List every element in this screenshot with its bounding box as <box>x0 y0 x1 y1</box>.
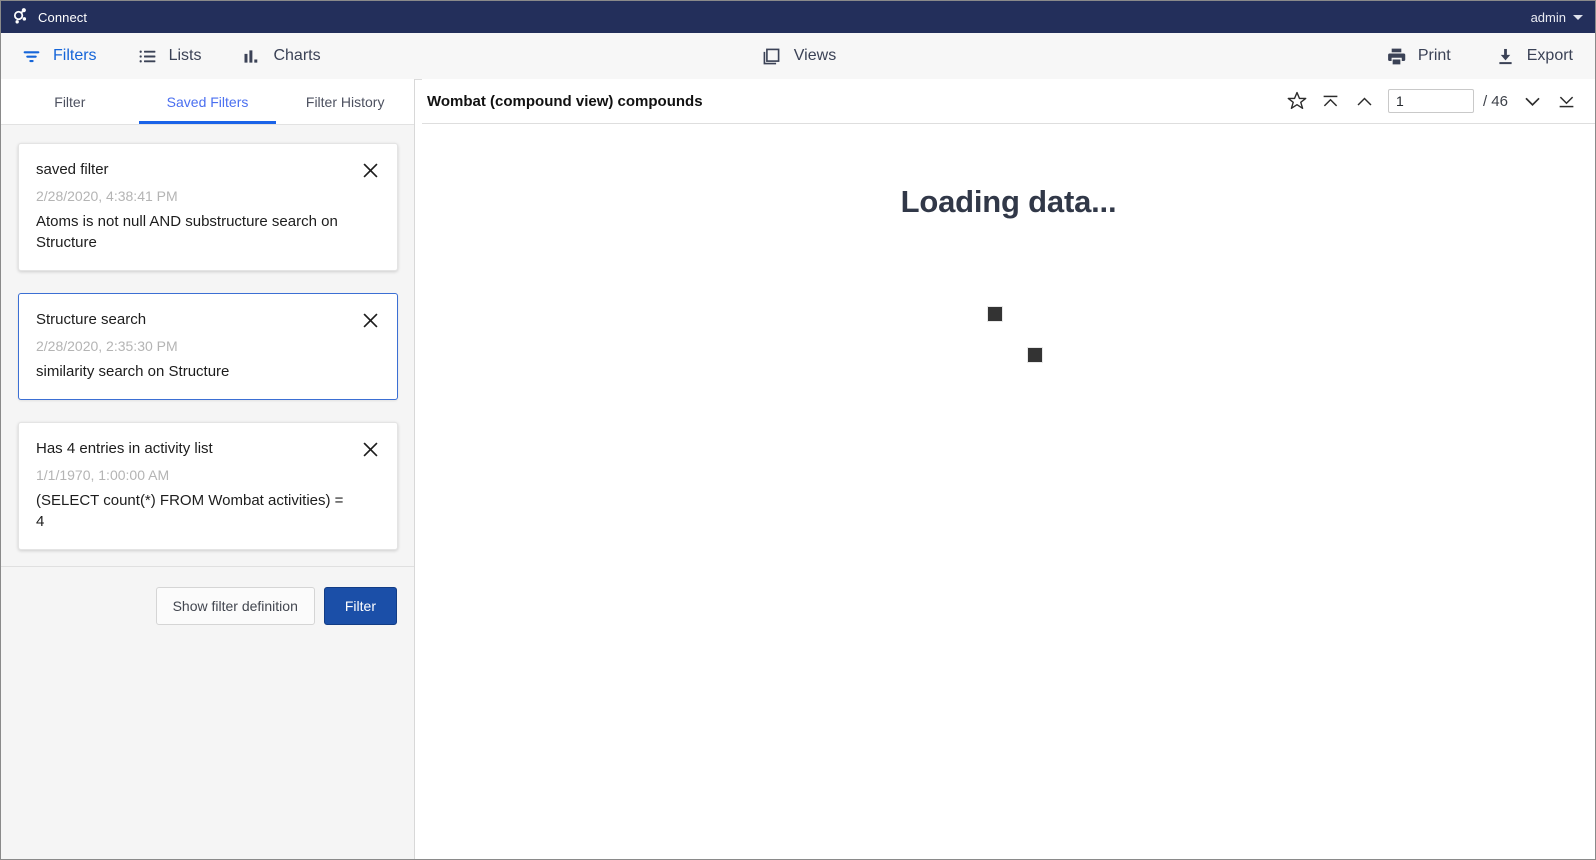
list-icon <box>137 46 158 67</box>
loading-squares-icon <box>987 306 1003 322</box>
tab-saved-filters[interactable]: Saved Filters <box>139 79 277 124</box>
main-toolbar: Filters Lists <box>1 33 1595 80</box>
tab-filter[interactable]: Filter <box>1 79 139 124</box>
close-x-icon[interactable] <box>358 308 382 332</box>
saved-filter-description: Atoms is not null AND substructure searc… <box>36 211 379 253</box>
toolbar-right-group: Print Export <box>1386 46 1595 67</box>
title-bar: Connect admin <box>1 1 1595 33</box>
sidebar-empty-space <box>1 625 414 859</box>
views-copy-icon <box>760 45 783 68</box>
go-to-first-icon[interactable] <box>1314 86 1348 116</box>
sidebar-action-bar: Show filter definition Filter <box>1 567 414 625</box>
main-content-area: Loading data... <box>422 124 1595 859</box>
saved-filter-title: Has 4 entries in activity list <box>36 439 379 458</box>
tab-filter-history[interactable]: Filter History <box>276 79 414 124</box>
saved-filter-card[interactable]: saved filter 2/28/2020, 4:38:41 PM Atoms… <box>18 143 398 271</box>
bar-chart-icon <box>241 46 262 67</box>
saved-filter-description: similarity search on Structure <box>36 361 379 382</box>
chevron-down-icon[interactable] <box>1515 86 1549 116</box>
page-number-input[interactable] <box>1388 89 1474 113</box>
toolbar-item-filters[interactable]: Filters <box>21 46 97 67</box>
show-filter-definition-button[interactable]: Show filter definition <box>156 587 315 625</box>
saved-filter-date: 2/28/2020, 2:35:30 PM <box>36 337 379 355</box>
chevron-up-icon[interactable] <box>1348 86 1382 116</box>
saved-filter-card[interactable]: Has 4 entries in activity list 1/1/1970,… <box>18 422 398 550</box>
saved-filter-card[interactable]: Structure search 2/28/2020, 2:35:30 PM s… <box>18 293 398 400</box>
star-outline-icon[interactable] <box>1280 86 1314 116</box>
toolbar-item-export[interactable]: Export <box>1495 46 1573 67</box>
apply-filter-button[interactable]: Filter <box>324 587 397 625</box>
toolbar-item-charts-label: Charts <box>273 47 320 65</box>
brand: Connect <box>1 5 87 30</box>
printer-icon <box>1386 46 1407 67</box>
brand-name: Connect <box>38 10 87 25</box>
saved-filter-description: (SELECT count(*) FROM Wombat activities)… <box>36 490 379 532</box>
saved-filter-title: saved filter <box>36 160 379 179</box>
page-total-label: / 46 <box>1483 93 1508 110</box>
close-x-icon[interactable] <box>358 158 382 182</box>
molecule-logo-icon <box>10 5 30 30</box>
saved-filter-date: 1/1/1970, 1:00:00 AM <box>36 466 379 484</box>
toolbar-item-lists[interactable]: Lists <box>137 46 202 67</box>
toolbar-item-views-label: Views <box>794 47 836 65</box>
main-pane: Wombat (compound view) compounds <box>422 79 1595 859</box>
download-icon <box>1495 46 1516 67</box>
close-x-icon[interactable] <box>358 437 382 461</box>
main-header: Wombat (compound view) compounds <box>422 79 1595 124</box>
toolbar-item-print[interactable]: Print <box>1386 46 1451 67</box>
toolbar-item-charts[interactable]: Charts <box>241 46 320 67</box>
saved-filter-date: 2/28/2020, 4:38:41 PM <box>36 187 379 205</box>
filter-icon <box>21 46 42 67</box>
toolbar-item-views[interactable]: Views <box>760 45 836 68</box>
toolbar-item-export-label: Export <box>1527 47 1573 65</box>
loading-squares-icon <box>1027 347 1043 363</box>
loading-message: Loading data... <box>422 184 1595 220</box>
saved-filter-list: saved filter 2/28/2020, 4:38:41 PM Atoms… <box>1 125 414 567</box>
toolbar-item-filters-label: Filters <box>53 47 97 65</box>
saved-filter-title: Structure search <box>36 310 379 329</box>
user-menu-label: admin <box>1531 10 1566 25</box>
toolbar-item-lists-label: Lists <box>169 47 202 65</box>
page-title: Wombat (compound view) compounds <box>427 93 703 110</box>
caret-down-icon <box>1573 15 1583 20</box>
filters-sidebar: Filter Saved Filters Filter History save… <box>1 79 415 859</box>
user-menu[interactable]: admin <box>1531 10 1595 25</box>
sidebar-tabbar: Filter Saved Filters Filter History <box>1 79 414 125</box>
record-pager: / 46 <box>1280 86 1583 116</box>
app-window: Connect admin Filters <box>0 0 1596 860</box>
go-to-last-icon[interactable] <box>1549 86 1583 116</box>
toolbar-item-print-label: Print <box>1418 47 1451 65</box>
toolbar-left-group: Filters Lists <box>1 46 321 67</box>
